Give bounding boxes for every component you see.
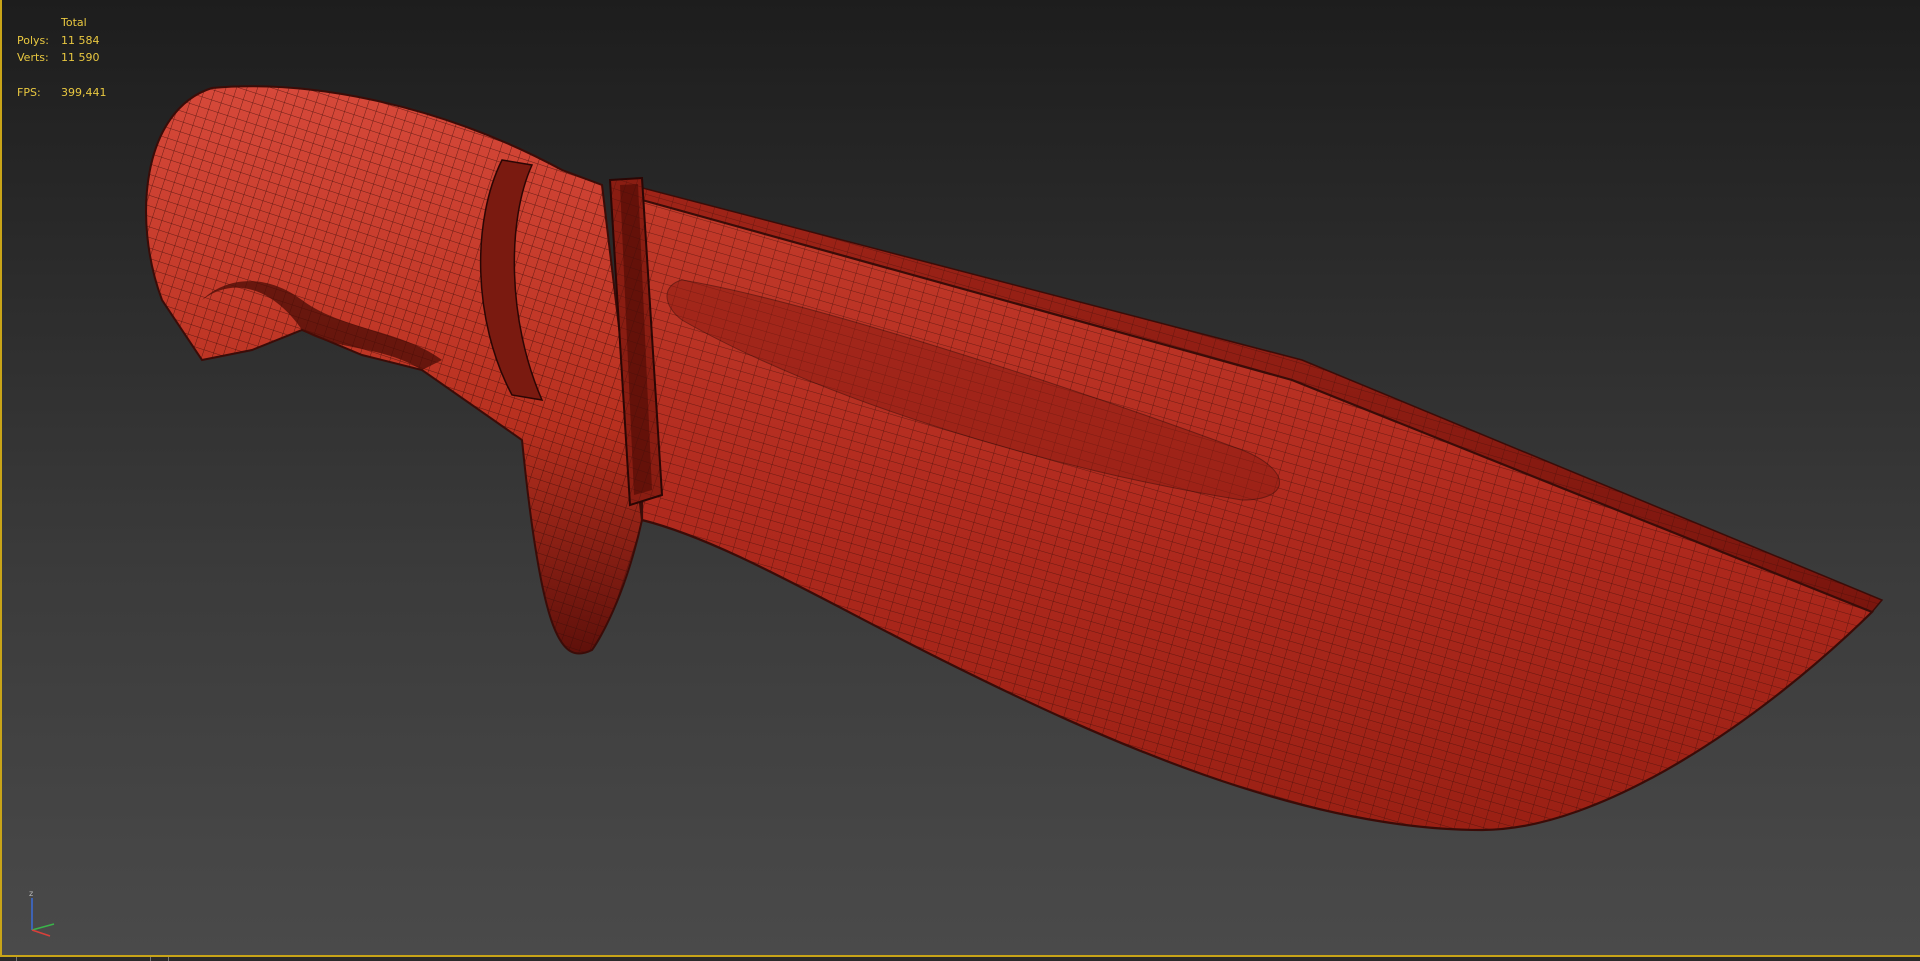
knife-handle	[145, 85, 644, 655]
verts-label: Verts:	[17, 51, 49, 64]
polys-label: Polys:	[17, 33, 49, 47]
perspective-viewport[interactable]: Total Polys: 11 584 Verts: 11 590 FPS: 399,…	[0, 0, 1920, 957]
fps-value: 399,441	[61, 85, 107, 99]
stats-header: Total	[61, 16, 87, 29]
knife-model[interactable]	[2, 0, 1920, 955]
timeline-strip[interactable]	[0, 957, 1920, 961]
timeline-tick	[168, 957, 169, 961]
viewport-statistics: Total Polys: 11 584 Verts: 11 590 FPS: 399,…	[17, 14, 107, 101]
axis-z-label: z	[29, 889, 33, 898]
polys-value: 11 584	[61, 33, 100, 47]
timeline-tick	[16, 957, 17, 961]
fps-label: FPS:	[17, 85, 41, 99]
verts-value: 11 590	[61, 51, 100, 64]
view-axis-tripod-icon: z	[29, 889, 55, 937]
timeline-tick	[150, 957, 151, 961]
knife-blade	[611, 179, 1884, 832]
